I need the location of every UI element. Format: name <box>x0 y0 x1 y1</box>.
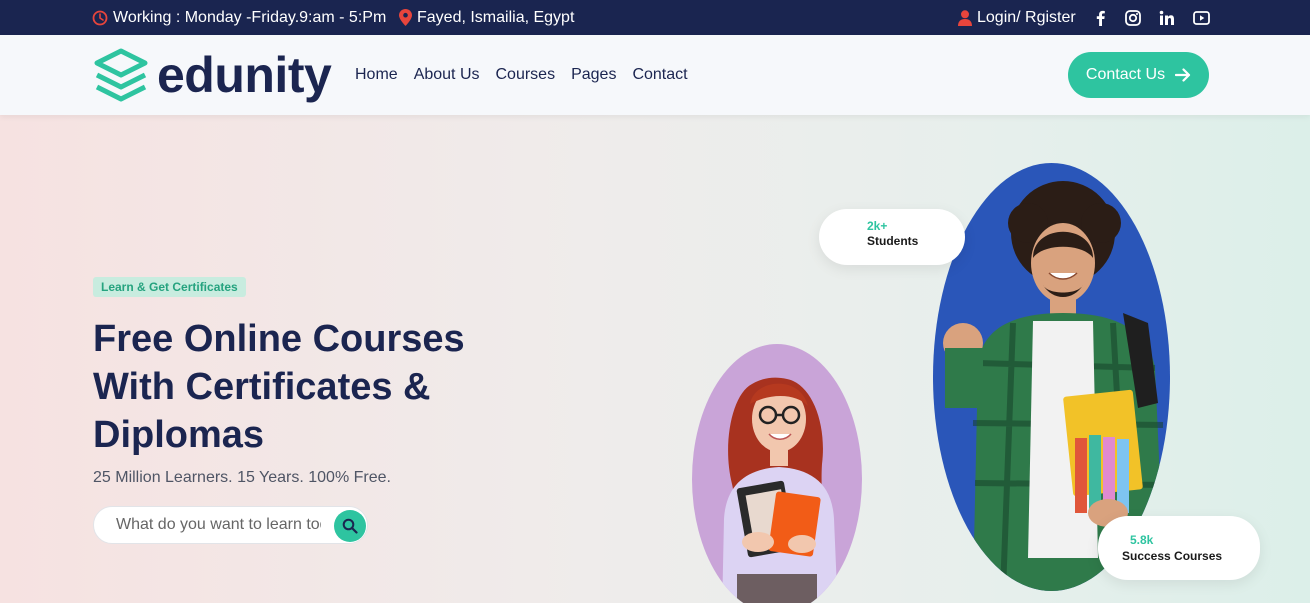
map-pin-icon <box>399 9 412 26</box>
location: Fayed, Ismailia, Egypt <box>399 0 574 35</box>
youtube-link[interactable] <box>1193 0 1210 35</box>
facebook-icon <box>1096 10 1105 26</box>
hero-headline: Free Online Courses With Certificates & … <box>93 315 533 459</box>
login-register-link[interactable]: Login/ Rgister <box>958 0 1076 35</box>
brand-logo[interactable]: edunity <box>93 47 332 103</box>
clock-icon <box>92 10 108 25</box>
courses-label: Success Courses <box>1122 549 1223 563</box>
nav-contact[interactable]: Contact <box>632 66 687 84</box>
contact-us-button[interactable]: Contact Us <box>1068 52 1209 98</box>
stacked-layers-logo-icon <box>94 48 148 102</box>
hero-subtitle: 25 Million Learners. 15 Years. 100% Free… <box>93 469 391 486</box>
course-search-input[interactable] <box>116 507 321 543</box>
female-student-photo <box>692 344 862 603</box>
course-search-box <box>93 506 368 544</box>
certificates-badge: Learn & Get Certificates <box>93 277 246 297</box>
nav-home[interactable]: Home <box>355 66 398 84</box>
contact-us-label: Contact Us <box>1085 66 1166 83</box>
female-student-illustration <box>722 377 838 603</box>
students-label: Students <box>867 234 919 248</box>
nav-pages[interactable]: Pages <box>571 66 616 84</box>
login-register-label: Login/ Rgister <box>977 8 1076 26</box>
students-stat-card: 2k+ Students <box>819 209 965 265</box>
working-hours: Working : Monday -Friday.9:am - 5:Pm <box>92 0 386 35</box>
headline-line-3: Diplomas <box>93 414 265 456</box>
nav-about-us[interactable]: About Us <box>414 66 480 84</box>
headline-line-1: Free Online Courses <box>93 318 465 360</box>
linkedin-icon <box>1159 10 1174 25</box>
headline-line-2: With Certificates & <box>93 366 431 408</box>
courses-count: 5.8k <box>1130 533 1154 547</box>
instagram-icon <box>1125 9 1141 26</box>
brand-name: edunity <box>157 47 332 103</box>
nav-courses[interactable]: Courses <box>496 66 556 84</box>
students-count: 2k+ <box>867 219 888 233</box>
top-info-bar: Working : Monday -Friday.9:am - 5:Pm Fay… <box>0 0 1310 35</box>
courses-stat-card: 5.8k Success Courses <box>1098 516 1260 580</box>
arrow-right-icon <box>1175 68 1191 82</box>
working-hours-text: Working : Monday -Friday.9:am - 5:Pm <box>113 8 387 26</box>
youtube-icon <box>1193 10 1210 25</box>
hero-section: Learn & Get Certificates Free Online Cou… <box>0 115 1310 603</box>
location-text: Fayed, Ismailia, Egypt <box>417 8 575 26</box>
user-icon <box>958 9 972 26</box>
instagram-link[interactable] <box>1125 0 1141 35</box>
main-navbar: edunity Home About Us Courses Pages Cont… <box>0 35 1310 115</box>
search-button[interactable] <box>334 510 366 542</box>
linkedin-link[interactable] <box>1159 0 1175 35</box>
nav-links: Home About Us Courses Pages Contact <box>355 35 688 115</box>
facebook-link[interactable] <box>1093 0 1107 35</box>
search-icon <box>342 518 358 534</box>
